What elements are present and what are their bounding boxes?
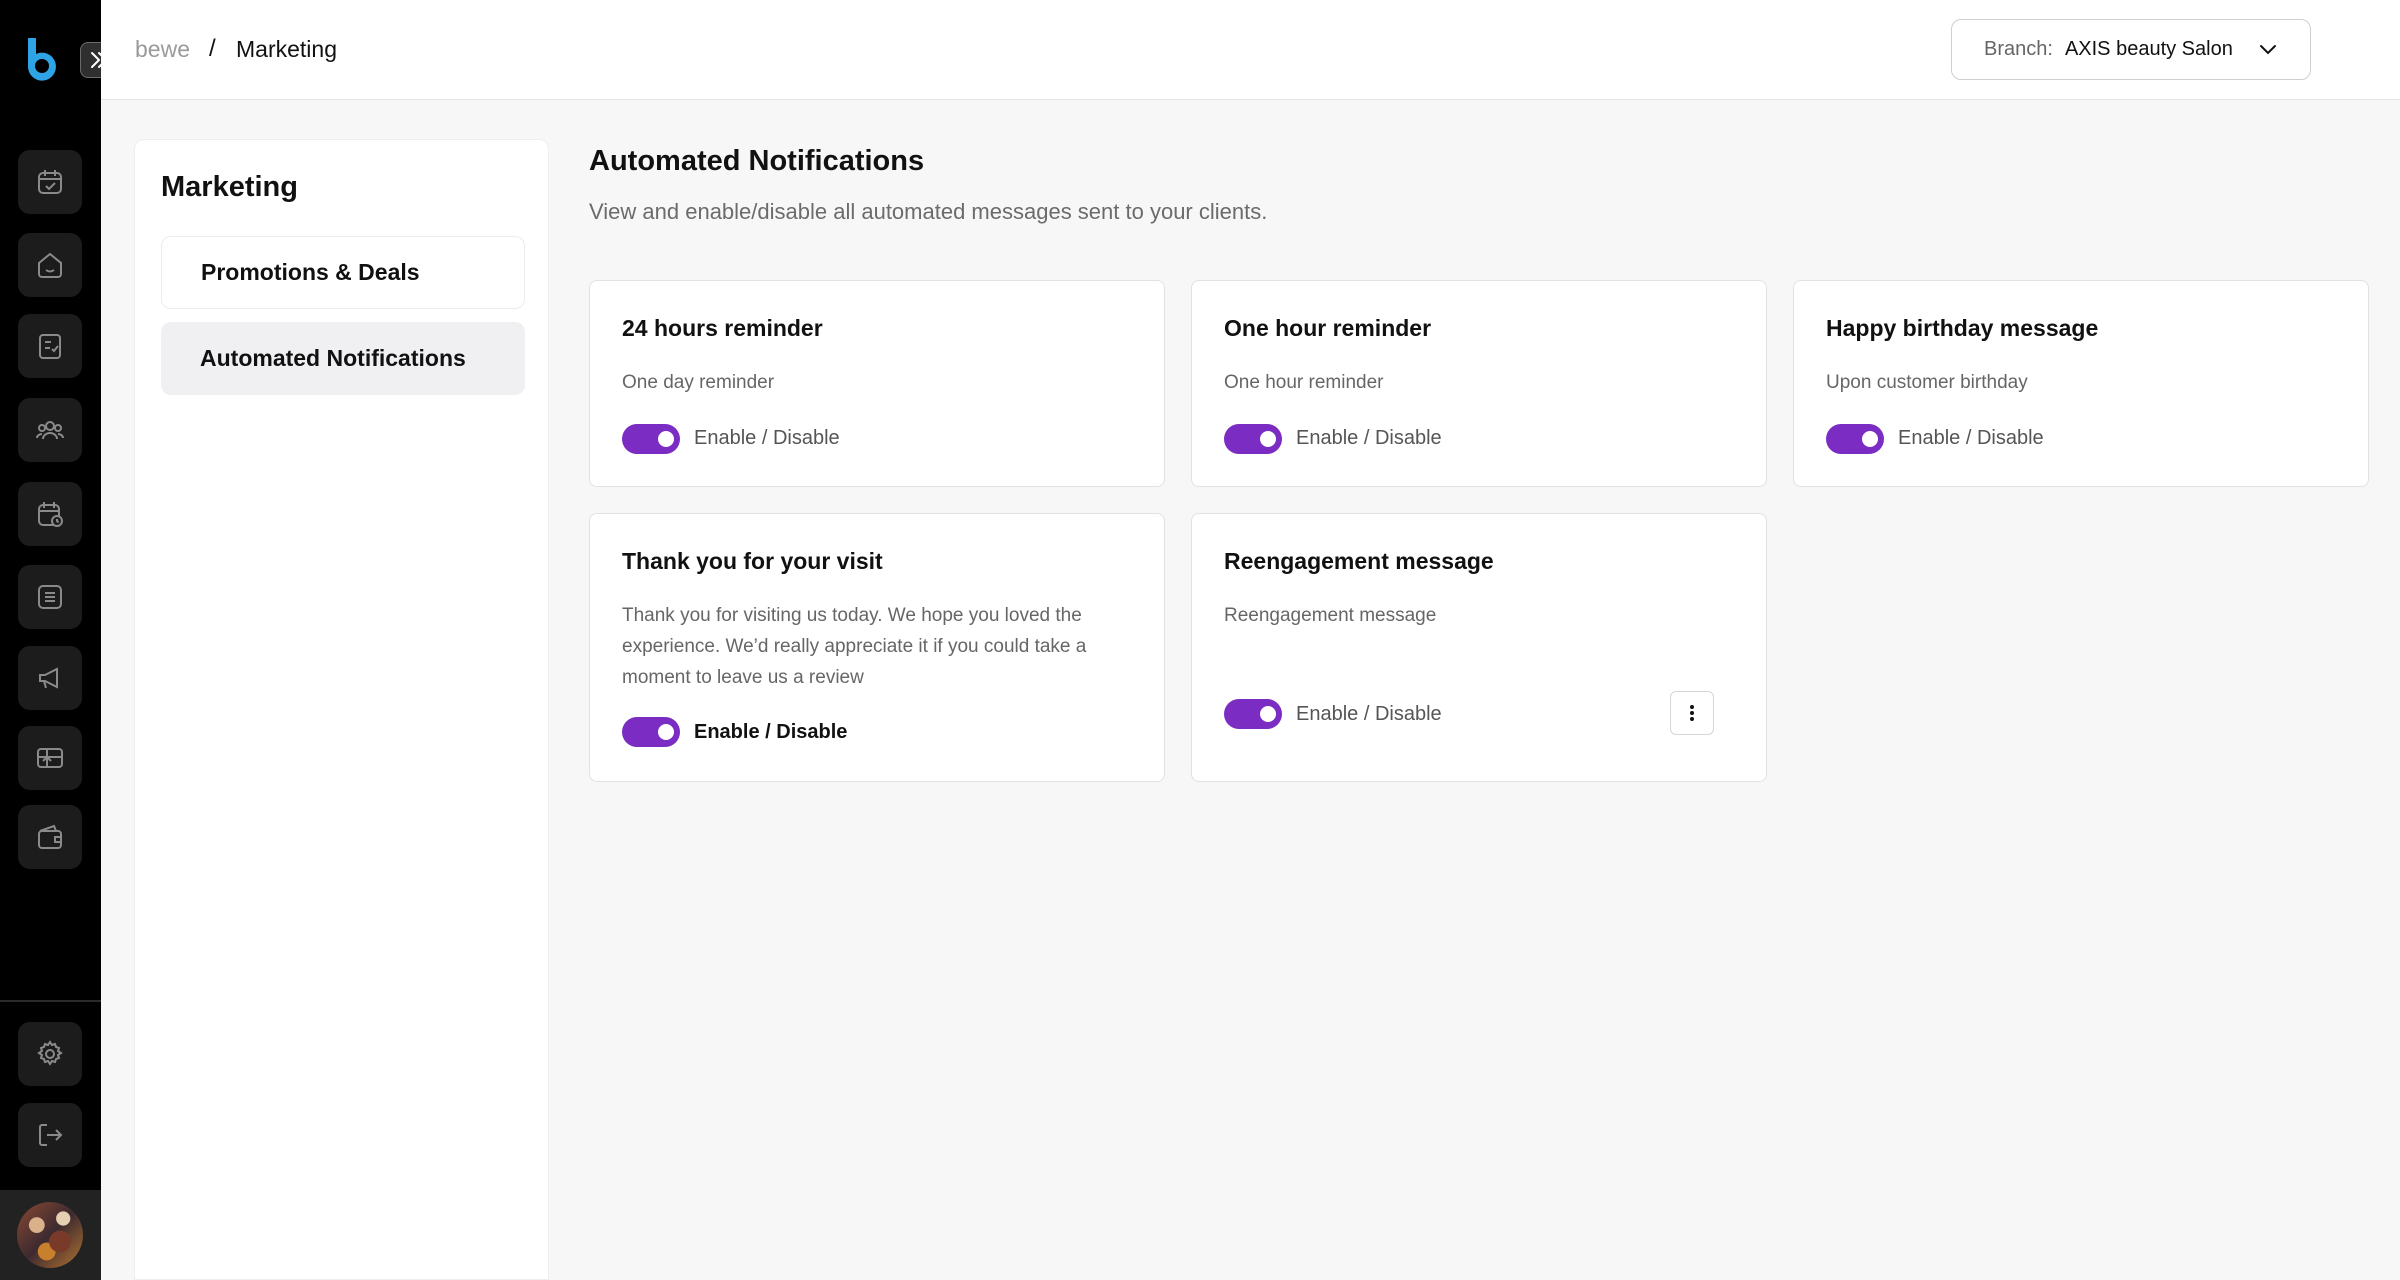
card-subtitle: Thank you for visiting us today. We hope… <box>622 605 1087 688</box>
notification-card: One hour reminder One hour reminder Enab… <box>1191 280 1767 487</box>
rail-logout-button[interactable] <box>18 1103 82 1167</box>
card-title: Reengagement message <box>1224 548 1494 574</box>
notification-card: Reengagement message Reengagement messag… <box>1191 513 1767 782</box>
breadcrumb-root[interactable]: bewe <box>135 36 190 63</box>
enable-toggle[interactable] <box>1224 424 1282 454</box>
rail-divider <box>0 1000 101 1002</box>
avatar[interactable] <box>17 1202 83 1268</box>
rail-clients-button[interactable] <box>18 398 82 462</box>
toggle-label: Enable / Disable <box>1296 703 1442 725</box>
toggle-label: Enable / Disable <box>1898 427 2044 449</box>
card-title: Happy birthday message <box>1826 315 2099 341</box>
page-description: View and enable/disable all automated me… <box>589 199 1268 224</box>
breadcrumb-current: Marketing <box>236 36 337 62</box>
enable-toggle[interactable] <box>1826 424 1884 454</box>
branch-label: Branch: <box>1984 38 2053 60</box>
rail-schedule-button[interactable] <box>18 482 82 546</box>
list-icon <box>38 585 62 609</box>
card-title: 24 hours reminder <box>622 315 823 341</box>
rail-settings-button[interactable] <box>18 1022 82 1086</box>
bewe-logo[interactable] <box>22 36 62 84</box>
megaphone-icon <box>39 667 58 689</box>
logout-icon <box>39 1124 63 1146</box>
notification-card: Thank you for your visit Thank you for v… <box>589 513 1165 782</box>
page-title: Automated Notifications <box>589 145 925 177</box>
wallet-icon <box>38 824 62 849</box>
users-icon <box>36 421 64 440</box>
toggle-label: Enable / Disable <box>694 427 840 449</box>
subnav-item-promotions[interactable]: Promotions & Deals <box>161 236 525 309</box>
more-vertical-icon <box>1690 705 1694 721</box>
home-icon <box>38 252 62 278</box>
notification-card: Happy birthday message Upon customer bir… <box>1793 280 2369 487</box>
card-title: One hour reminder <box>1224 315 1432 341</box>
rail-wallet-button[interactable] <box>18 805 82 869</box>
gear-icon <box>37 1040 63 1066</box>
notification-card: 24 hours reminder One day reminder Enabl… <box>589 280 1165 487</box>
branch-value: AXIS beauty Salon <box>2064 38 2233 60</box>
rail-giftcard-button[interactable] <box>18 726 82 790</box>
card-title: Thank you for your visit <box>622 548 883 574</box>
top-bar: bewe / Marketing Branch: AXIS beauty Sal… <box>101 0 2400 100</box>
rail-list-button[interactable] <box>18 565 82 629</box>
toggle-label: Enable / Disable <box>694 721 848 743</box>
rail-home-button[interactable] <box>18 233 82 297</box>
enable-toggle[interactable] <box>622 717 680 747</box>
subnav-item-automated-notifications[interactable]: Automated Notifications <box>161 322 525 395</box>
app-rail <box>0 0 118 1280</box>
card-subtitle: One day reminder <box>622 372 775 393</box>
calendar-check-icon <box>38 170 62 194</box>
chevron-down-icon <box>2260 45 2276 55</box>
enable-toggle[interactable] <box>1224 699 1282 729</box>
calendar-clock-icon <box>38 502 63 527</box>
card-subtitle: One hour reminder <box>1224 372 1384 393</box>
subnav-title: Marketing <box>161 171 298 203</box>
gift-card-icon <box>37 748 63 768</box>
rail-calendar-button[interactable] <box>18 150 82 214</box>
rail-tasks-button[interactable] <box>18 314 82 378</box>
more-options-button[interactable] <box>1670 691 1714 735</box>
rail-marketing-button[interactable] <box>18 646 82 710</box>
marketing-subnav: Marketing Promotions & Deals Automated N… <box>134 139 549 1280</box>
card-subtitle: Upon customer birthday <box>1826 372 2028 393</box>
branch-select[interactable]: Branch: AXIS beauty Salon <box>1951 19 2311 80</box>
toggle-label: Enable / Disable <box>1296 427 1442 449</box>
card-subtitle: Reengagement message <box>1224 605 1437 626</box>
clipboard-icon <box>39 334 61 359</box>
breadcrumb-separator: / <box>209 35 216 62</box>
enable-toggle[interactable] <box>622 424 680 454</box>
